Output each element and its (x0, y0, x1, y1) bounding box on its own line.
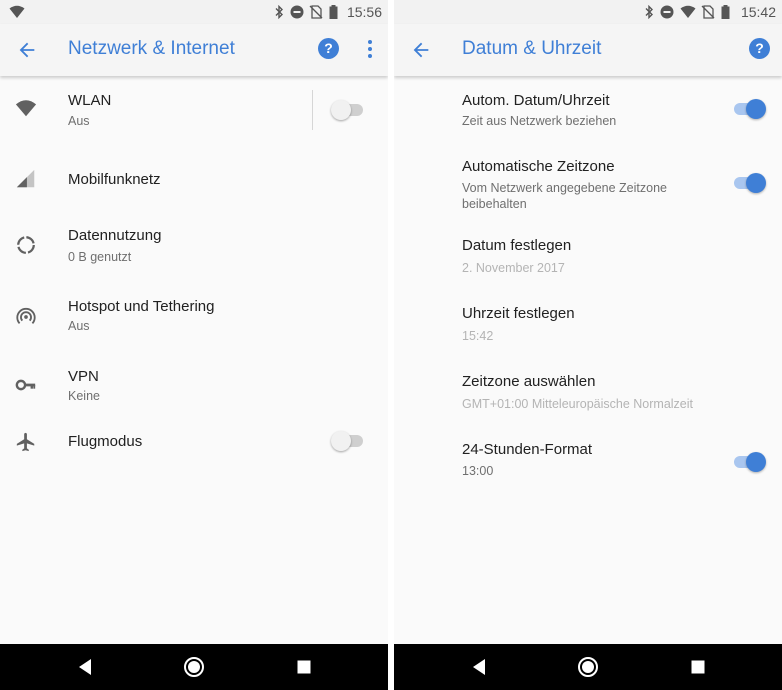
set-date-title: Datum festlegen (462, 237, 572, 254)
navigation-bar (394, 644, 782, 690)
set-time-title: Uhrzeit festlegen (462, 305, 575, 322)
page-title: Datum & Uhrzeit (462, 38, 602, 59)
nav-recents-icon[interactable] (686, 655, 710, 679)
bluetooth-icon (275, 5, 283, 19)
wlan-title: WLAN (68, 92, 112, 109)
set-date-subtitle: 2. November 2017 (462, 261, 565, 275)
hotspot-subtitle: Aus (68, 319, 90, 333)
wlan-toggle[interactable] (331, 100, 365, 120)
auto-timezone-item[interactable]: Automatische Zeitzone Vom Netzwerk angeg… (394, 142, 782, 218)
navigation-bar (0, 644, 388, 690)
nav-home-icon[interactable] (182, 655, 206, 679)
hotspot-icon (16, 307, 36, 325)
auto-date-time-title: Autom. Datum/Uhrzeit (462, 92, 610, 109)
no-sim-icon (701, 5, 715, 19)
airplane-icon (16, 432, 35, 452)
auto-timezone-subtitle-line2: beibehalten (462, 197, 527, 211)
dnd-icon (660, 5, 674, 19)
vpn-item[interactable]: VPN Keine (0, 352, 388, 422)
status-bar: 15:42 (394, 0, 782, 24)
auto-timezone-title: Automatische Zeitzone (462, 158, 615, 175)
page-title: Netzwerk & Internet (68, 38, 235, 59)
network-internet-screen: 15:56 Netzwerk & Internet ? WLAN Aus Mob… (0, 0, 388, 690)
data-usage-subtitle: 0 B genutzt (68, 250, 132, 264)
set-time-subtitle: 15:42 (462, 329, 494, 343)
battery-icon (721, 5, 730, 19)
24h-format-toggle[interactable] (732, 452, 766, 472)
app-bar: Netzwerk & Internet ? (0, 24, 388, 76)
help-icon[interactable]: ? (749, 38, 770, 59)
set-time-item: Uhrzeit festlegen 15:42 (394, 286, 782, 354)
data-usage-title: Datennutzung (68, 227, 162, 244)
app-bar: Datum & Uhrzeit ? (394, 24, 782, 76)
more-vert-icon[interactable] (366, 39, 374, 59)
date-time-screen: 15:42 Datum & Uhrzeit ? Autom. Datum/Uhr… (394, 0, 782, 690)
airplane-mode-title: Flugmodus (68, 433, 143, 450)
nav-home-icon[interactable] (576, 655, 600, 679)
status-time: 15:56 (346, 4, 382, 20)
set-date-item: Datum festlegen 2. November 2017 (394, 218, 782, 286)
select-timezone-title: Zeitzone auswählen (462, 373, 596, 390)
select-timezone-subtitle: GMT+01:00 Mitteleuropäische Normalzeit (462, 397, 693, 411)
airplane-mode-toggle[interactable] (331, 431, 365, 451)
auto-date-time-item[interactable]: Autom. Datum/Uhrzeit Zeit aus Netzwerk b… (394, 76, 782, 142)
bluetooth-icon (645, 5, 653, 19)
help-icon[interactable]: ? (318, 38, 339, 59)
mobile-network-title: Mobilfunknetz (68, 171, 161, 188)
auto-date-time-toggle[interactable] (732, 99, 766, 119)
wifi-status-icon (680, 5, 696, 18)
dnd-icon (290, 5, 304, 19)
signal-icon (16, 169, 35, 188)
no-sim-icon (309, 5, 323, 19)
24h-format-title: 24-Stunden-Format (462, 441, 593, 458)
auto-timezone-subtitle-line1: Vom Netzwerk angegebene Zeitzone (462, 181, 667, 195)
vpn-title: VPN (68, 368, 99, 385)
hotspot-item[interactable]: Hotspot und Tethering Aus (0, 282, 388, 352)
wifi-status-icon (9, 5, 25, 18)
data-usage-item[interactable]: Datennutzung 0 B genutzt (0, 212, 388, 282)
vpn-subtitle: Keine (68, 389, 100, 403)
key-icon (15, 379, 36, 391)
auto-timezone-toggle[interactable] (732, 173, 766, 193)
auto-date-time-subtitle: Zeit aus Netzwerk beziehen (462, 114, 617, 128)
select-timezone-item: Zeitzone auswählen GMT+01:00 Mitteleurop… (394, 354, 782, 422)
nav-back-icon[interactable] (73, 655, 97, 679)
back-arrow-icon[interactable] (16, 39, 38, 61)
nav-back-icon[interactable] (467, 655, 491, 679)
airplane-mode-item[interactable]: Flugmodus (0, 422, 388, 474)
divider (312, 90, 313, 130)
data-usage-icon (17, 236, 35, 254)
24h-format-subtitle: 13:00 (462, 464, 494, 478)
battery-icon (329, 5, 338, 19)
24h-format-item[interactable]: 24-Stunden-Format 13:00 (394, 422, 782, 492)
hotspot-title: Hotspot und Tethering (68, 298, 215, 315)
mobile-network-item[interactable]: Mobilfunknetz (0, 146, 388, 212)
nav-recents-icon[interactable] (292, 655, 316, 679)
status-time: 15:42 (740, 4, 776, 20)
status-bar: 15:56 (0, 0, 388, 24)
back-arrow-icon[interactable] (410, 39, 432, 61)
wlan-item[interactable]: WLAN Aus (0, 76, 388, 146)
wlan-subtitle: Aus (68, 114, 90, 128)
wifi-icon (15, 100, 37, 117)
